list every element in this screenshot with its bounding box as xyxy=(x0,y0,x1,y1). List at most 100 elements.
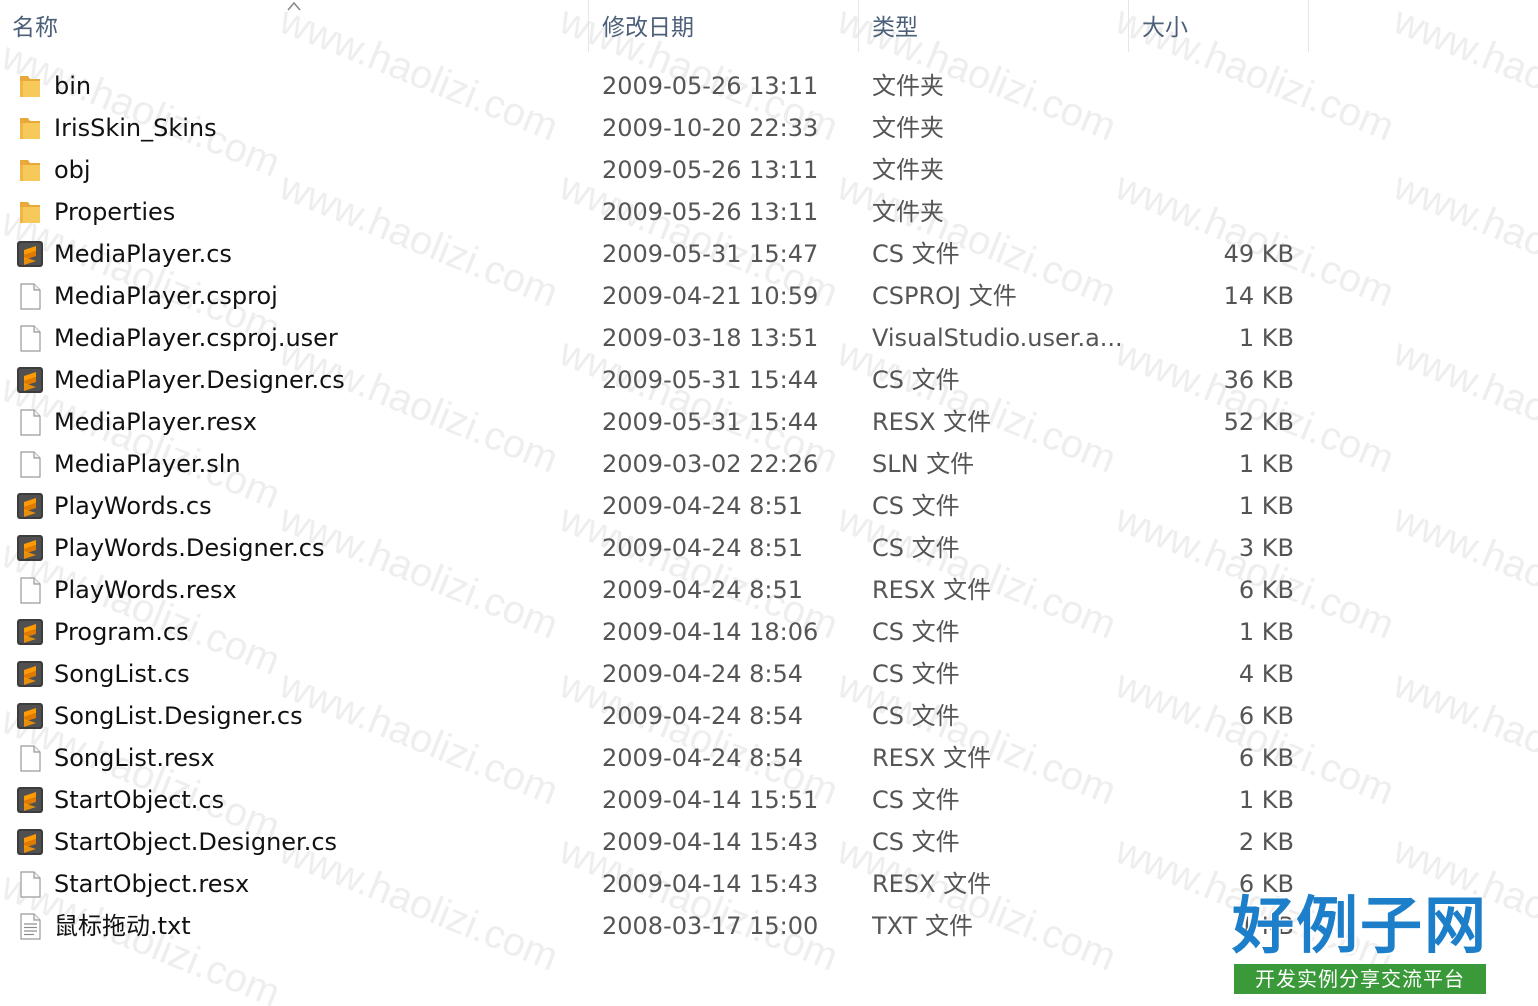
file-size: 1 KB xyxy=(1238,786,1294,814)
sublime-file-icon xyxy=(16,534,44,562)
file-size: 36 KB xyxy=(1223,366,1294,394)
file-modified-date: 2009-05-26 13:11 xyxy=(602,198,819,226)
column-divider[interactable] xyxy=(588,0,589,52)
column-header-size[interactable]: 大小 xyxy=(1130,0,1308,56)
file-name: SongList.resx xyxy=(54,744,215,772)
table-row[interactable]: MediaPlayer.csproj 2009-04-21 10:59 CSPROJ… xyxy=(0,275,1538,317)
file-name: PlayWords.resx xyxy=(54,576,237,604)
haolizi-logo: 好例子网 开发实例分享交流平台 xyxy=(1232,892,1488,998)
table-row[interactable]: obj 2009-05-26 13:11 文件夹 xyxy=(0,149,1538,191)
file-name: PlayWords.Designer.cs xyxy=(54,534,325,562)
folder-icon xyxy=(16,198,44,226)
file-size xyxy=(1136,191,1294,233)
table-row[interactable]: MediaPlayer.csproj.user 2009-03-18 13:51 V… xyxy=(0,317,1538,359)
file-type: 文件夹 xyxy=(872,114,944,142)
table-row[interactable]: Properties 2009-05-26 13:11 文件夹 xyxy=(0,191,1538,233)
table-row[interactable]: PlayWords.cs 2009-04-24 8:51 CS 文件 1 KB xyxy=(0,485,1538,527)
file-explorer-list: www.haolizi.com www.haolizi.com www.haoliz… xyxy=(0,0,1538,1006)
file-size: 6 KB xyxy=(1238,702,1294,730)
table-row[interactable]: SongList.resx 2009-04-24 8:54 RESX 文件 6 KB xyxy=(0,737,1538,779)
file-name: MediaPlayer.cs xyxy=(54,240,232,268)
blank-file-icon xyxy=(16,870,44,898)
file-name: MediaPlayer.Designer.cs xyxy=(54,366,345,394)
file-modified-date: 2009-04-14 15:43 xyxy=(602,870,819,898)
file-name: MediaPlayer.csproj.user xyxy=(54,324,338,352)
table-row[interactable]: PlayWords.Designer.cs 2009-04-24 8:51 CS 文… xyxy=(0,527,1538,569)
file-modified-date: 2009-04-24 8:51 xyxy=(602,576,803,604)
file-size xyxy=(1136,107,1294,149)
table-row[interactable]: Program.cs 2009-04-14 18:06 CS 文件 1 KB xyxy=(0,611,1538,653)
file-size: 1 KB xyxy=(1238,618,1294,646)
file-type: RESX 文件 xyxy=(872,576,992,604)
file-size: 6 KB xyxy=(1238,576,1294,604)
file-name: Program.cs xyxy=(54,618,189,646)
file-type: RESX 文件 xyxy=(872,744,992,772)
table-row[interactable]: SongList.cs 2009-04-24 8:54 CS 文件 4 KB xyxy=(0,653,1538,695)
blank-file-icon xyxy=(16,282,44,310)
blank-file-icon xyxy=(16,450,44,478)
folder-icon xyxy=(16,156,44,184)
file-type: CS 文件 xyxy=(872,534,960,562)
file-name: StartObject.resx xyxy=(54,870,250,898)
file-type: CS 文件 xyxy=(872,618,960,646)
column-divider[interactable] xyxy=(1128,0,1129,52)
file-type: 文件夹 xyxy=(872,156,944,184)
logo-subtitle: 开发实例分享交流平台 xyxy=(1234,964,1486,994)
file-type: CS 文件 xyxy=(872,828,960,856)
file-name: MediaPlayer.csproj xyxy=(54,282,278,310)
file-name: PlayWords.cs xyxy=(54,492,212,520)
table-row[interactable]: IrisSkin_Skins 2009-10-20 22:33 文件夹 xyxy=(0,107,1538,149)
table-row[interactable]: SongList.Designer.cs 2009-04-24 8:54 CS 文件… xyxy=(0,695,1538,737)
file-modified-date: 2009-04-21 10:59 xyxy=(602,282,819,310)
column-divider[interactable] xyxy=(858,0,859,52)
file-type: CS 文件 xyxy=(872,240,960,268)
sublime-file-icon xyxy=(16,240,44,268)
file-type: 文件夹 xyxy=(872,72,944,100)
file-name: SongList.cs xyxy=(54,660,190,688)
logo-title: 好例子网 xyxy=(1232,889,1489,962)
file-name: StartObject.Designer.cs xyxy=(54,828,338,856)
file-size xyxy=(1136,65,1294,107)
file-modified-date: 2009-04-24 8:54 xyxy=(602,702,803,730)
table-row[interactable]: bin 2009-05-26 13:11 文件夹 xyxy=(0,65,1538,107)
file-type: CS 文件 xyxy=(872,492,960,520)
file-size: 1 KB xyxy=(1238,324,1294,352)
blank-file-icon xyxy=(16,408,44,436)
column-header-bar: 名称 修改日期 类型 大小 xyxy=(0,0,1538,56)
table-row[interactable]: PlayWords.resx 2009-04-24 8:51 RESX 文件 6 KB xyxy=(0,569,1538,611)
file-name: SongList.Designer.cs xyxy=(54,702,303,730)
file-type: CSPROJ 文件 xyxy=(872,282,1017,310)
table-row[interactable]: MediaPlayer.Designer.cs 2009-05-31 15:44 C… xyxy=(0,359,1538,401)
table-row[interactable]: MediaPlayer.resx 2009-05-31 15:44 RESX 文件 5… xyxy=(0,401,1538,443)
file-modified-date: 2009-03-18 13:51 xyxy=(602,324,819,352)
file-modified-date: 2009-04-24 8:51 xyxy=(602,492,803,520)
file-size: 3 KB xyxy=(1238,534,1294,562)
file-name: Properties xyxy=(54,198,176,226)
file-modified-date: 2009-04-24 8:54 xyxy=(602,744,803,772)
blank-file-icon xyxy=(16,576,44,604)
file-name: StartObject.cs xyxy=(54,786,225,814)
file-list: bin 2009-05-26 13:11 文件夹 IrisSkin_Skins 200… xyxy=(0,65,1538,947)
file-name: obj xyxy=(54,156,91,184)
table-row[interactable]: StartObject.cs 2009-04-14 15:51 CS 文件 1 KB xyxy=(0,779,1538,821)
file-size: 1 KB xyxy=(1238,492,1294,520)
table-row[interactable]: StartObject.Designer.cs 2009-04-14 15:43 C… xyxy=(0,821,1538,863)
table-row[interactable]: MediaPlayer.sln 2009-03-02 22:26 SLN 文件 1 K… xyxy=(0,443,1538,485)
sublime-file-icon xyxy=(16,618,44,646)
file-name: MediaPlayer.sln xyxy=(54,450,241,478)
file-name: 鼠标拖动.txt xyxy=(54,912,191,940)
blank-file-icon xyxy=(16,744,44,772)
file-size: 1 KB xyxy=(1238,450,1294,478)
column-header-type[interactable]: 类型 xyxy=(860,0,1126,56)
file-size: 14 KB xyxy=(1223,282,1294,310)
file-modified-date: 2009-04-14 15:51 xyxy=(602,786,819,814)
file-modified-date: 2008-03-17 15:00 xyxy=(602,912,819,940)
file-type: CS 文件 xyxy=(872,660,960,688)
text-file-icon xyxy=(16,912,44,940)
file-modified-date: 2009-05-31 15:44 xyxy=(602,408,819,436)
table-row[interactable]: MediaPlayer.cs 2009-05-31 15:47 CS 文件 49 KB xyxy=(0,233,1538,275)
column-header-date[interactable]: 修改日期 xyxy=(590,0,856,56)
file-type: VisualStudio.user.a... xyxy=(872,324,1122,352)
file-modified-date: 2009-04-14 18:06 xyxy=(602,618,819,646)
column-divider[interactable] xyxy=(1308,0,1309,52)
